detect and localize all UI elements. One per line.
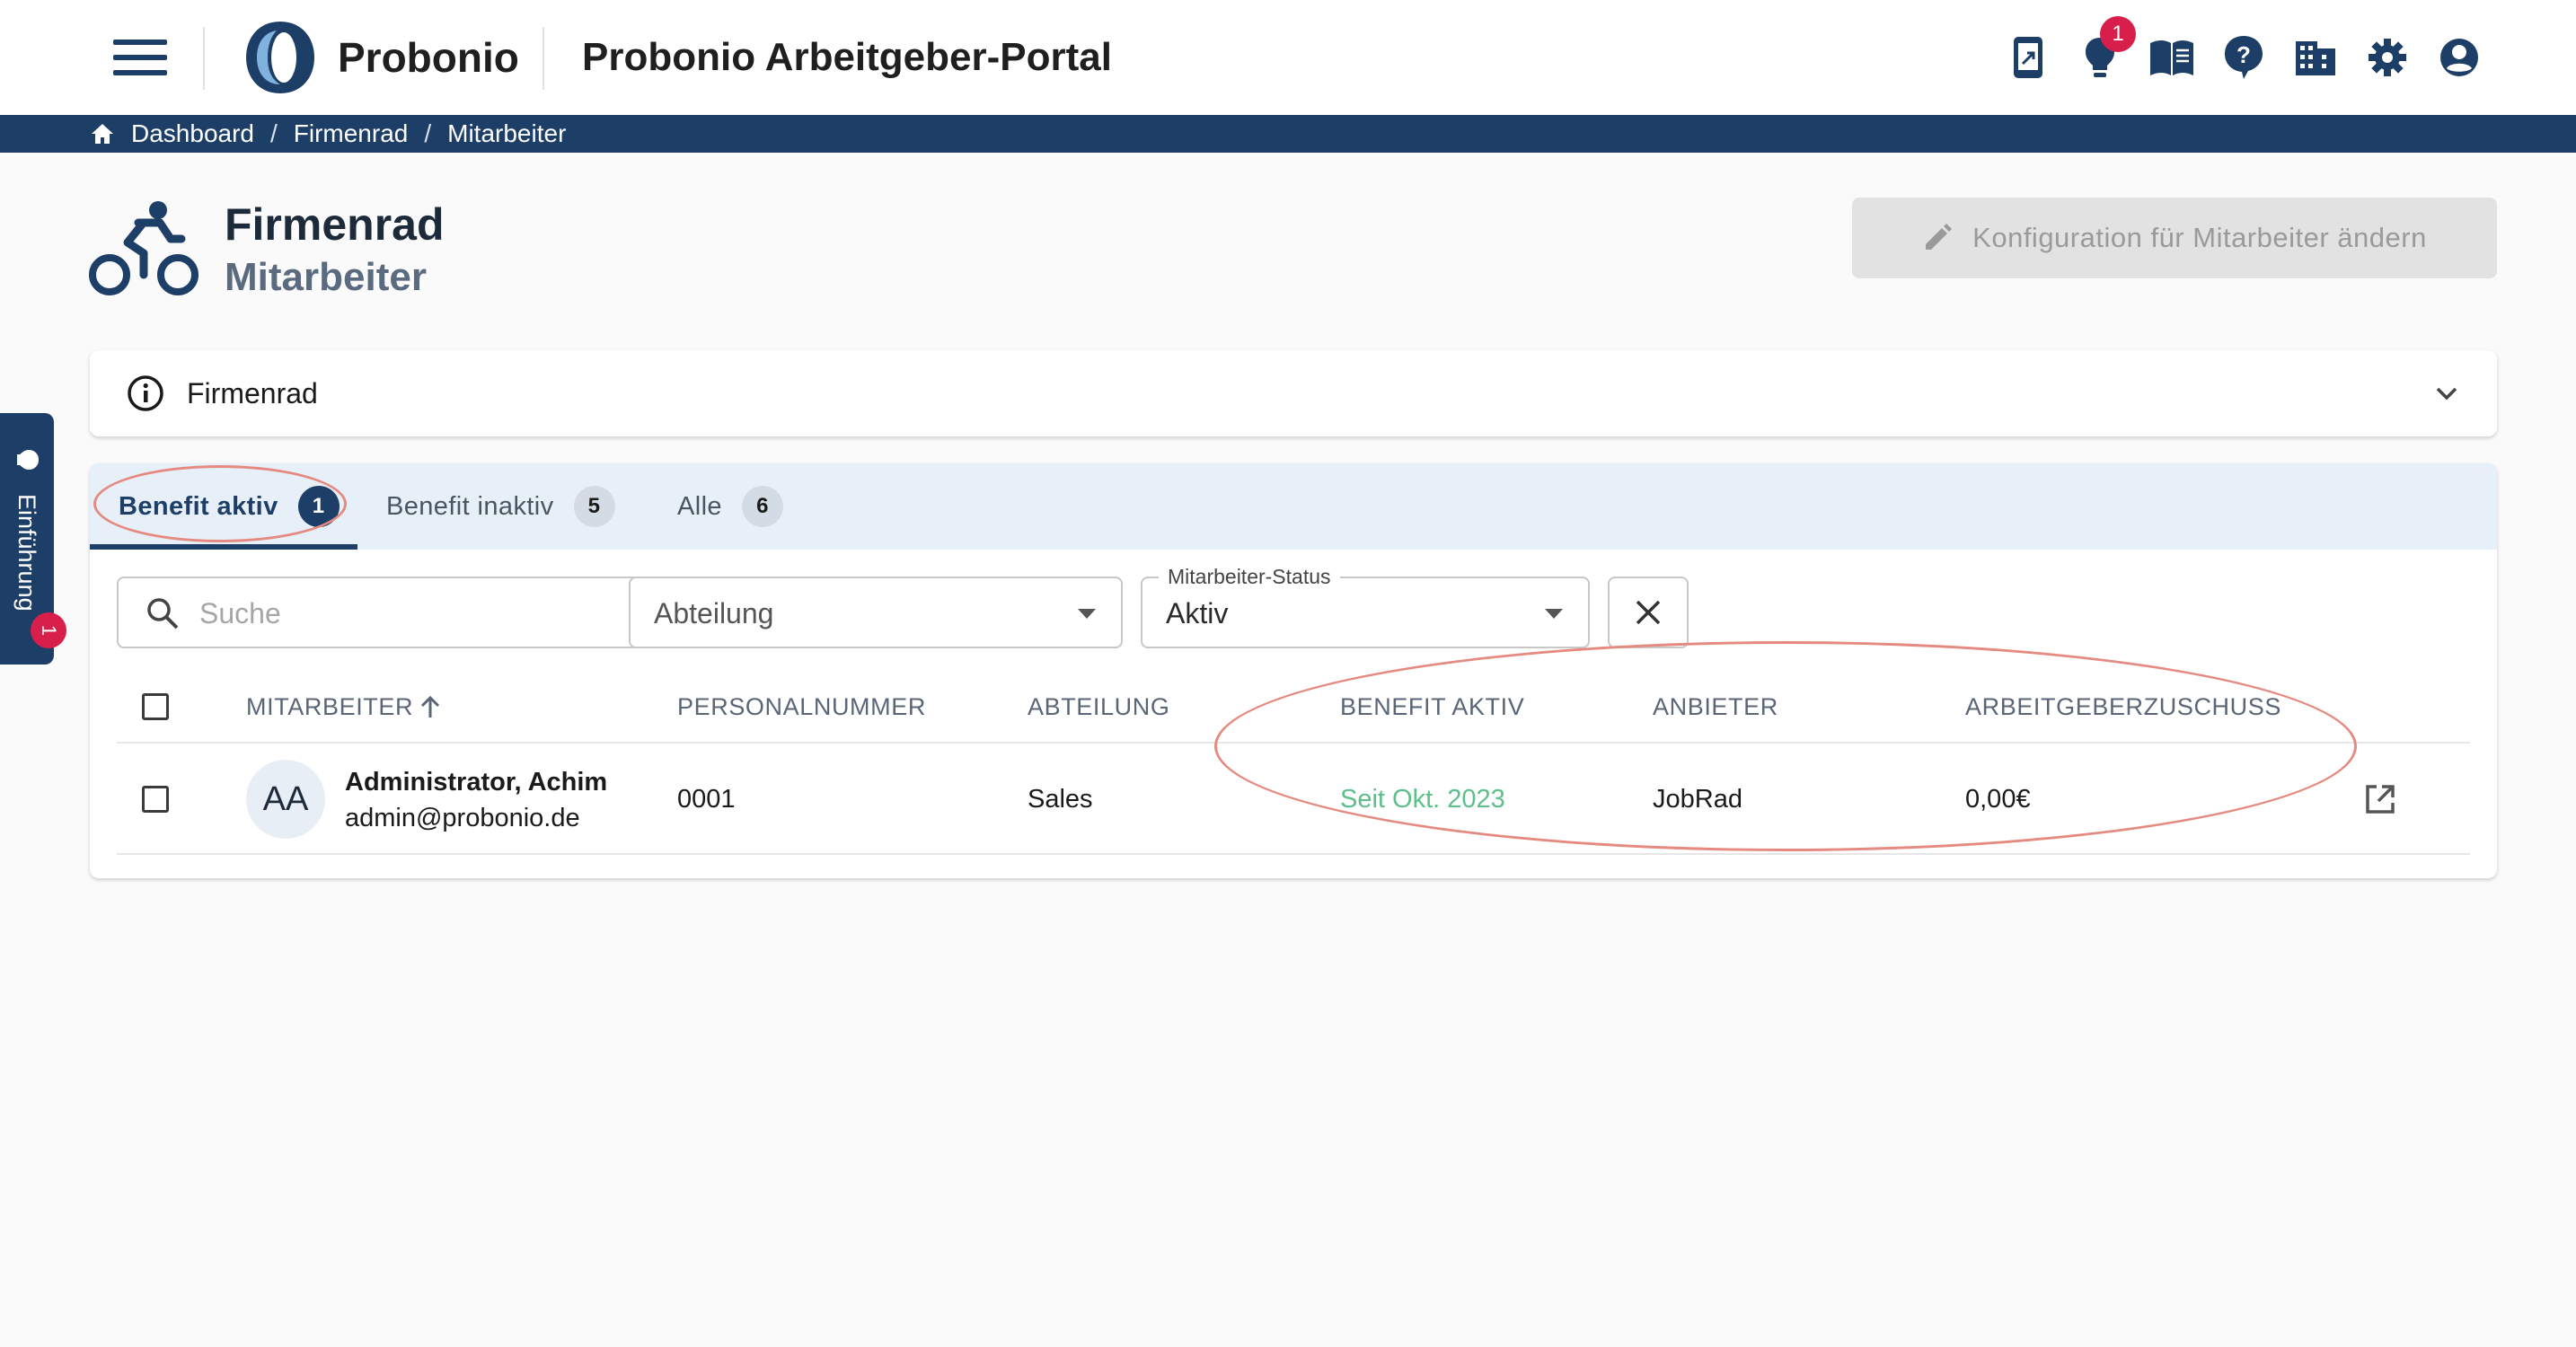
account-icon[interactable] bbox=[2434, 32, 2484, 83]
table-header: MITARBEITER PERSONALNUMMER ABTEILUNG BEN… bbox=[117, 670, 2470, 744]
department-placeholder: Abteilung bbox=[654, 597, 774, 629]
search-placeholder: Suche bbox=[199, 597, 281, 629]
table-row[interactable]: AA Administrator, Achim admin@probonio.d… bbox=[117, 744, 2470, 855]
search-input[interactable]: Suche bbox=[117, 577, 701, 648]
tab-label: Benefit aktiv bbox=[119, 491, 278, 521]
lightbulb-icon[interactable]: 1 bbox=[2075, 16, 2136, 83]
bicycle-icon bbox=[89, 201, 198, 295]
column-benefit-aktiv: BENEFIT AKTIV bbox=[1340, 693, 1525, 720]
tab-count: 6 bbox=[741, 486, 783, 527]
tab-count: 5 bbox=[573, 486, 615, 527]
svg-text:?: ? bbox=[2236, 41, 2251, 68]
column-personalnummer: PERSONALNUMMER bbox=[677, 693, 926, 720]
personnel-number: 0001 bbox=[677, 785, 736, 814]
breadcrumb-firmenrad[interactable]: Firmenrad bbox=[294, 119, 409, 148]
provider: JobRad bbox=[1653, 785, 1742, 814]
sort-ascending-icon bbox=[421, 695, 440, 718]
active-tab-indicator bbox=[90, 544, 357, 550]
page-subtitle: Mitarbeiter bbox=[225, 255, 427, 299]
employee-name: Administrator, Achim bbox=[345, 768, 608, 797]
brand-name: Probonio bbox=[338, 34, 519, 81]
page-title: Firmenrad bbox=[225, 199, 445, 250]
breadcrumb-separator: / bbox=[269, 119, 278, 147]
employees-card: Benefit aktiv 1 Benefit inaktiv 5 Alle 6… bbox=[90, 463, 2497, 878]
clear-filters-button[interactable] bbox=[1608, 577, 1689, 648]
introduction-side-tab[interactable]: Einführung 1 bbox=[0, 413, 66, 665]
tab-alle[interactable]: Alle 6 bbox=[677, 463, 783, 550]
notification-badge: 1 bbox=[2100, 16, 2136, 52]
mobile-share-icon[interactable] bbox=[2003, 32, 2053, 83]
info-accordion[interactable]: Firmenrad bbox=[90, 350, 2497, 436]
info-icon bbox=[128, 375, 163, 411]
column-arbeitgeberzuschuss: ARBEITGEBERZUSCHUSS bbox=[1965, 693, 2281, 720]
divider bbox=[543, 27, 544, 90]
dropdown-caret-icon bbox=[1078, 609, 1096, 619]
home-icon bbox=[92, 124, 113, 144]
breadcrumb: Dashboard / Firmenrad / Mitarbeiter bbox=[90, 115, 566, 153]
pencil-icon bbox=[1926, 224, 1953, 250]
building-icon[interactable] bbox=[2290, 32, 2341, 83]
breadcrumb-separator: / bbox=[424, 119, 432, 147]
app-bar: Probonio Probonio Arbeitgeber-Portal 1 ? bbox=[0, 0, 2576, 115]
introduction-label: Einführung bbox=[13, 494, 40, 612]
edit-configuration-button[interactable]: Konfiguration für Mitarbeiter ändern bbox=[1852, 198, 2497, 278]
dropdown-caret-icon bbox=[1545, 609, 1563, 619]
close-icon bbox=[1636, 600, 1661, 625]
row-checkbox[interactable] bbox=[142, 786, 169, 813]
lightbulb-icon bbox=[17, 450, 39, 470]
breadcrumb-current: Mitarbeiter bbox=[447, 119, 567, 147]
breadcrumb-bar: Dashboard / Firmenrad / Mitarbeiter bbox=[0, 115, 2576, 153]
info-accordion-label: Firmenrad bbox=[187, 377, 318, 409]
select-all-checkbox[interactable] bbox=[142, 693, 169, 720]
employee-status-select[interactable]: Mitarbeiter-Status Aktiv bbox=[1141, 564, 1590, 648]
department-select[interactable]: Abteilung bbox=[629, 577, 1123, 648]
tab-benefit-inaktiv[interactable]: Benefit inaktiv 5 bbox=[386, 463, 615, 550]
benefit-active-since: Seit Okt. 2023 bbox=[1340, 785, 1505, 814]
divider bbox=[203, 27, 205, 90]
search-icon bbox=[147, 598, 179, 629]
column-label: MITARBEITER bbox=[246, 693, 414, 720]
portal-title: Probonio Arbeitgeber-Portal bbox=[582, 35, 1112, 79]
book-icon[interactable] bbox=[2147, 32, 2197, 83]
menu-icon[interactable] bbox=[106, 32, 174, 83]
tab-label: Benefit inaktiv bbox=[386, 491, 554, 521]
column-anbieter: ANBIETER bbox=[1653, 693, 1778, 720]
employer-subsidy: 0,00€ bbox=[1965, 785, 2031, 814]
department: Sales bbox=[1028, 785, 1093, 814]
column-mitarbeiter[interactable]: MITARBEITER bbox=[246, 670, 442, 744]
employee-status-value: Aktiv bbox=[1166, 597, 1229, 629]
tab-bar: Benefit aktiv 1 Benefit inaktiv 5 Alle 6 bbox=[90, 463, 2497, 550]
chevron-down-icon bbox=[2436, 387, 2457, 401]
avatar: AA bbox=[246, 760, 325, 839]
header-actions: 1 ? bbox=[2003, 16, 2484, 83]
introduction-badge: 1 bbox=[31, 612, 66, 648]
gear-icon[interactable] bbox=[2362, 32, 2413, 83]
tab-benefit-aktiv[interactable]: Benefit aktiv 1 bbox=[119, 463, 340, 550]
probonio-logo bbox=[246, 22, 314, 93]
tab-count: 1 bbox=[297, 486, 340, 527]
tab-label: Alle bbox=[677, 491, 722, 521]
help-icon[interactable]: ? bbox=[2219, 32, 2269, 83]
open-in-new-icon[interactable] bbox=[2362, 781, 2398, 817]
employee-email: admin@probonio.de bbox=[345, 804, 580, 832]
edit-configuration-label: Konfiguration für Mitarbeiter ändern bbox=[1972, 222, 2427, 253]
column-abteilung: ABTEILUNG bbox=[1028, 693, 1170, 720]
breadcrumb-dashboard[interactable]: Dashboard bbox=[131, 119, 254, 148]
